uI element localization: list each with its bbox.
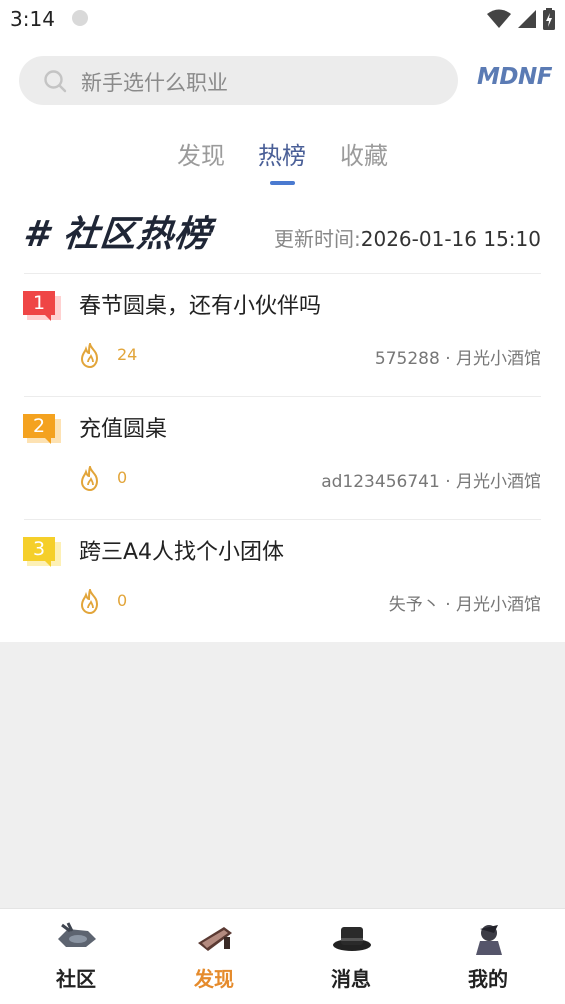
update-time: 2026-01-16 15:10 (360, 227, 541, 251)
search-icon (44, 70, 67, 93)
status-icons (487, 8, 555, 30)
notification-dot-icon (72, 10, 88, 26)
fire-icon (80, 343, 99, 368)
nav-label: 社区 (56, 967, 96, 991)
status-time: 3:14 (10, 7, 55, 31)
rank-number: 3 (33, 538, 46, 560)
item-author: ad123456741 (321, 472, 440, 492)
main-content: 3:14 新手选什么职业 MDNF 发现 热榜 收藏 # 社区热榜 更新时间:2… (0, 0, 565, 642)
heat-count: 0 (117, 468, 128, 487)
message-icon (333, 927, 371, 951)
fire-icon (80, 589, 99, 614)
search-input[interactable]: 新手选什么职业 (19, 56, 458, 105)
item-title: 跨三A4人找个小团体 (79, 540, 285, 565)
item-author: 575288 (374, 349, 440, 369)
item-board[interactable]: 月光小酒馆 (456, 595, 541, 615)
divider (24, 519, 541, 520)
community-icon (58, 922, 96, 947)
nav-item-discover[interactable]: 发现 (154, 909, 274, 1004)
rank-number: 1 (33, 292, 46, 314)
hot-list-item[interactable]: 2 充值圆桌 0 ad123456741 · 月光小酒馆 (0, 398, 565, 520)
nav-label: 消息 (331, 967, 371, 991)
tab-discover[interactable]: 发现 (177, 136, 225, 171)
status-bar: 3:14 (0, 0, 565, 40)
nav-label: 发现 (194, 967, 234, 991)
tab-hot-list[interactable]: 热榜 (258, 136, 306, 171)
update-info: 更新时间:2026-01-16 15:10 (274, 223, 541, 252)
nav-label: 我的 (468, 967, 508, 991)
divider (24, 396, 541, 397)
item-title: 充值圆桌 (79, 417, 168, 442)
tab-favorites[interactable]: 收藏 (340, 136, 388, 171)
bottom-nav: 社区 发现 消息 我的 (0, 908, 565, 1004)
heat-count: 24 (117, 345, 138, 364)
wifi-icon (487, 9, 511, 28)
item-meta: ad123456741 · 月光小酒馆 (321, 467, 541, 492)
divider (24, 273, 541, 274)
meta-separator: · (445, 349, 451, 369)
rank-number: 2 (33, 415, 46, 437)
hot-list-item[interactable]: 3 跨三A4人找个小团体 0 失予丶 · 月光小酒馆 (0, 521, 565, 643)
discover-icon (198, 927, 232, 951)
signal-icon (518, 10, 536, 28)
fire-icon (80, 466, 99, 491)
search-placeholder: 新手选什么职业 (81, 71, 228, 95)
nav-item-community[interactable]: 社区 (16, 909, 136, 1004)
nav-item-messages[interactable]: 消息 (291, 909, 411, 1004)
profile-icon (476, 925, 502, 955)
screen: 3:14 新手选什么职业 MDNF 发现 热榜 收藏 # 社区热榜 更新时间:2… (0, 0, 565, 1004)
item-board[interactable]: 月光小酒馆 (456, 349, 541, 369)
meta-separator: · (445, 472, 451, 492)
brand-logo: MDNF (477, 64, 552, 90)
item-meta: 失予丶 · 月光小酒馆 (389, 590, 541, 615)
item-board[interactable]: 月光小酒馆 (456, 472, 541, 492)
active-tab-indicator (270, 181, 295, 185)
ranking-title: # 社区热榜 (21, 214, 214, 255)
tab-bar: 发现 热榜 收藏 (0, 136, 565, 190)
update-label: 更新时间: (274, 227, 361, 251)
meta-separator: · (445, 595, 451, 615)
item-title: 春节圆桌，还有小伙伴吗 (79, 294, 322, 319)
item-author: 失予丶 (388, 595, 440, 615)
heat-count: 0 (117, 591, 128, 610)
battery-icon (543, 8, 555, 30)
item-meta: 575288 · 月光小酒馆 (375, 344, 541, 369)
nav-item-profile[interactable]: 我的 (428, 909, 548, 1004)
hot-list-item[interactable]: 1 春节圆桌，还有小伙伴吗 24 575288 · 月光小酒馆 (0, 275, 565, 397)
